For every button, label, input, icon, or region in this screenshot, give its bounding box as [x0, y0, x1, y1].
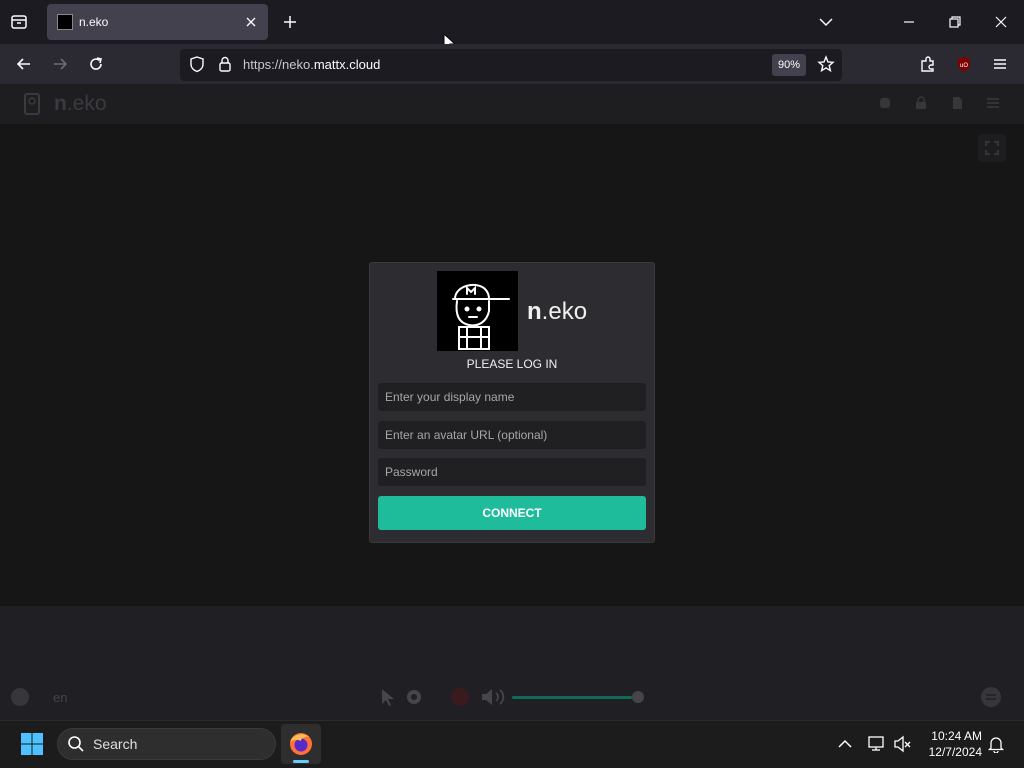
language-label[interactable]: en [53, 690, 67, 705]
show-hidden-icons-icon[interactable] [836, 735, 854, 753]
neko-logo-icon [22, 92, 42, 116]
neko-brand-rest: .eko [66, 92, 107, 115]
bookmark-star-icon[interactable] [817, 55, 835, 73]
active-app-indicator [293, 760, 309, 763]
notifications-bell-icon[interactable] [987, 735, 1005, 753]
volume-icon[interactable] [480, 687, 508, 707]
neko-brand-bold: n [54, 92, 67, 115]
neko-favicon-icon [57, 14, 73, 30]
ublock-origin-icon[interactable]: uO [955, 55, 973, 73]
volume-fill [512, 696, 632, 699]
neko-header [0, 84, 1024, 124]
keyboard-icon[interactable] [406, 689, 422, 705]
svg-text:uO: uO [960, 63, 968, 69]
search-icon [67, 735, 85, 753]
connect-button[interactable]: CONNECT [378, 496, 646, 530]
firefox-taskbar-button[interactable] [281, 724, 321, 764]
lock-icon[interactable] [216, 55, 234, 73]
lock-room-icon[interactable] [914, 96, 928, 110]
file-icon[interactable] [950, 96, 964, 110]
volume-thumb[interactable] [632, 691, 644, 703]
cursor-control-icon[interactable] [380, 687, 396, 707]
shield-icon[interactable] [188, 55, 206, 73]
emoji-icon[interactable] [10, 687, 30, 707]
fullscreen-icon[interactable] [978, 134, 1006, 162]
close-window-icon[interactable] [992, 13, 1010, 31]
search-label: Search [93, 736, 138, 752]
taskbar-search[interactable] [57, 728, 276, 760]
windows-start-icon[interactable] [20, 732, 44, 756]
speaker-muted-icon[interactable] [893, 735, 913, 753]
record-icon[interactable] [450, 687, 470, 707]
display-name-field[interactable] [378, 383, 646, 411]
url-prefix: https://neko. [243, 57, 314, 72]
login-brand: n.eko [527, 298, 587, 326]
password-field[interactable] [378, 458, 646, 486]
neko-brand: n.eko [54, 92, 107, 116]
avatar-url-field[interactable] [378, 421, 646, 449]
login-title: PLEASE LOG IN [466, 357, 558, 371]
restore-icon[interactable] [946, 13, 964, 31]
clock-date[interactable]: 12/7/2024 [912, 745, 982, 759]
menu-icon[interactable] [991, 55, 1009, 73]
back-icon[interactable] [15, 55, 33, 73]
chat-toggle-icon[interactable] [980, 686, 1002, 708]
list-all-tabs-icon[interactable] [817, 13, 835, 31]
close-tab-icon[interactable] [242, 13, 260, 31]
browser-tab[interactable]: n.eko [47, 4, 268, 40]
network-icon[interactable] [867, 735, 887, 753]
forward-icon[interactable] [51, 55, 69, 73]
volume-slider[interactable] [512, 691, 644, 703]
zoom-level-button[interactable]: 90% [772, 54, 806, 76]
neko-mascot-logo [437, 271, 518, 351]
new-tab-icon[interactable] [281, 13, 299, 31]
url-domain: mattx.cloud [313, 57, 381, 72]
extensions-icon[interactable] [919, 55, 937, 73]
neko-menu-icon[interactable] [986, 96, 1000, 110]
members-icon[interactable] [878, 96, 892, 110]
minimize-icon[interactable] [900, 13, 918, 31]
tab-list-icon[interactable] [10, 13, 28, 31]
tab-title: n.eko [79, 15, 109, 29]
login-brand-rest: .eko [541, 298, 588, 325]
login-brand-bold: n [527, 298, 542, 325]
url-text: https://neko.mattx.cloud [243, 57, 380, 72]
clock-time[interactable]: 10:24 AM [912, 729, 982, 743]
reload-icon[interactable] [87, 55, 105, 73]
